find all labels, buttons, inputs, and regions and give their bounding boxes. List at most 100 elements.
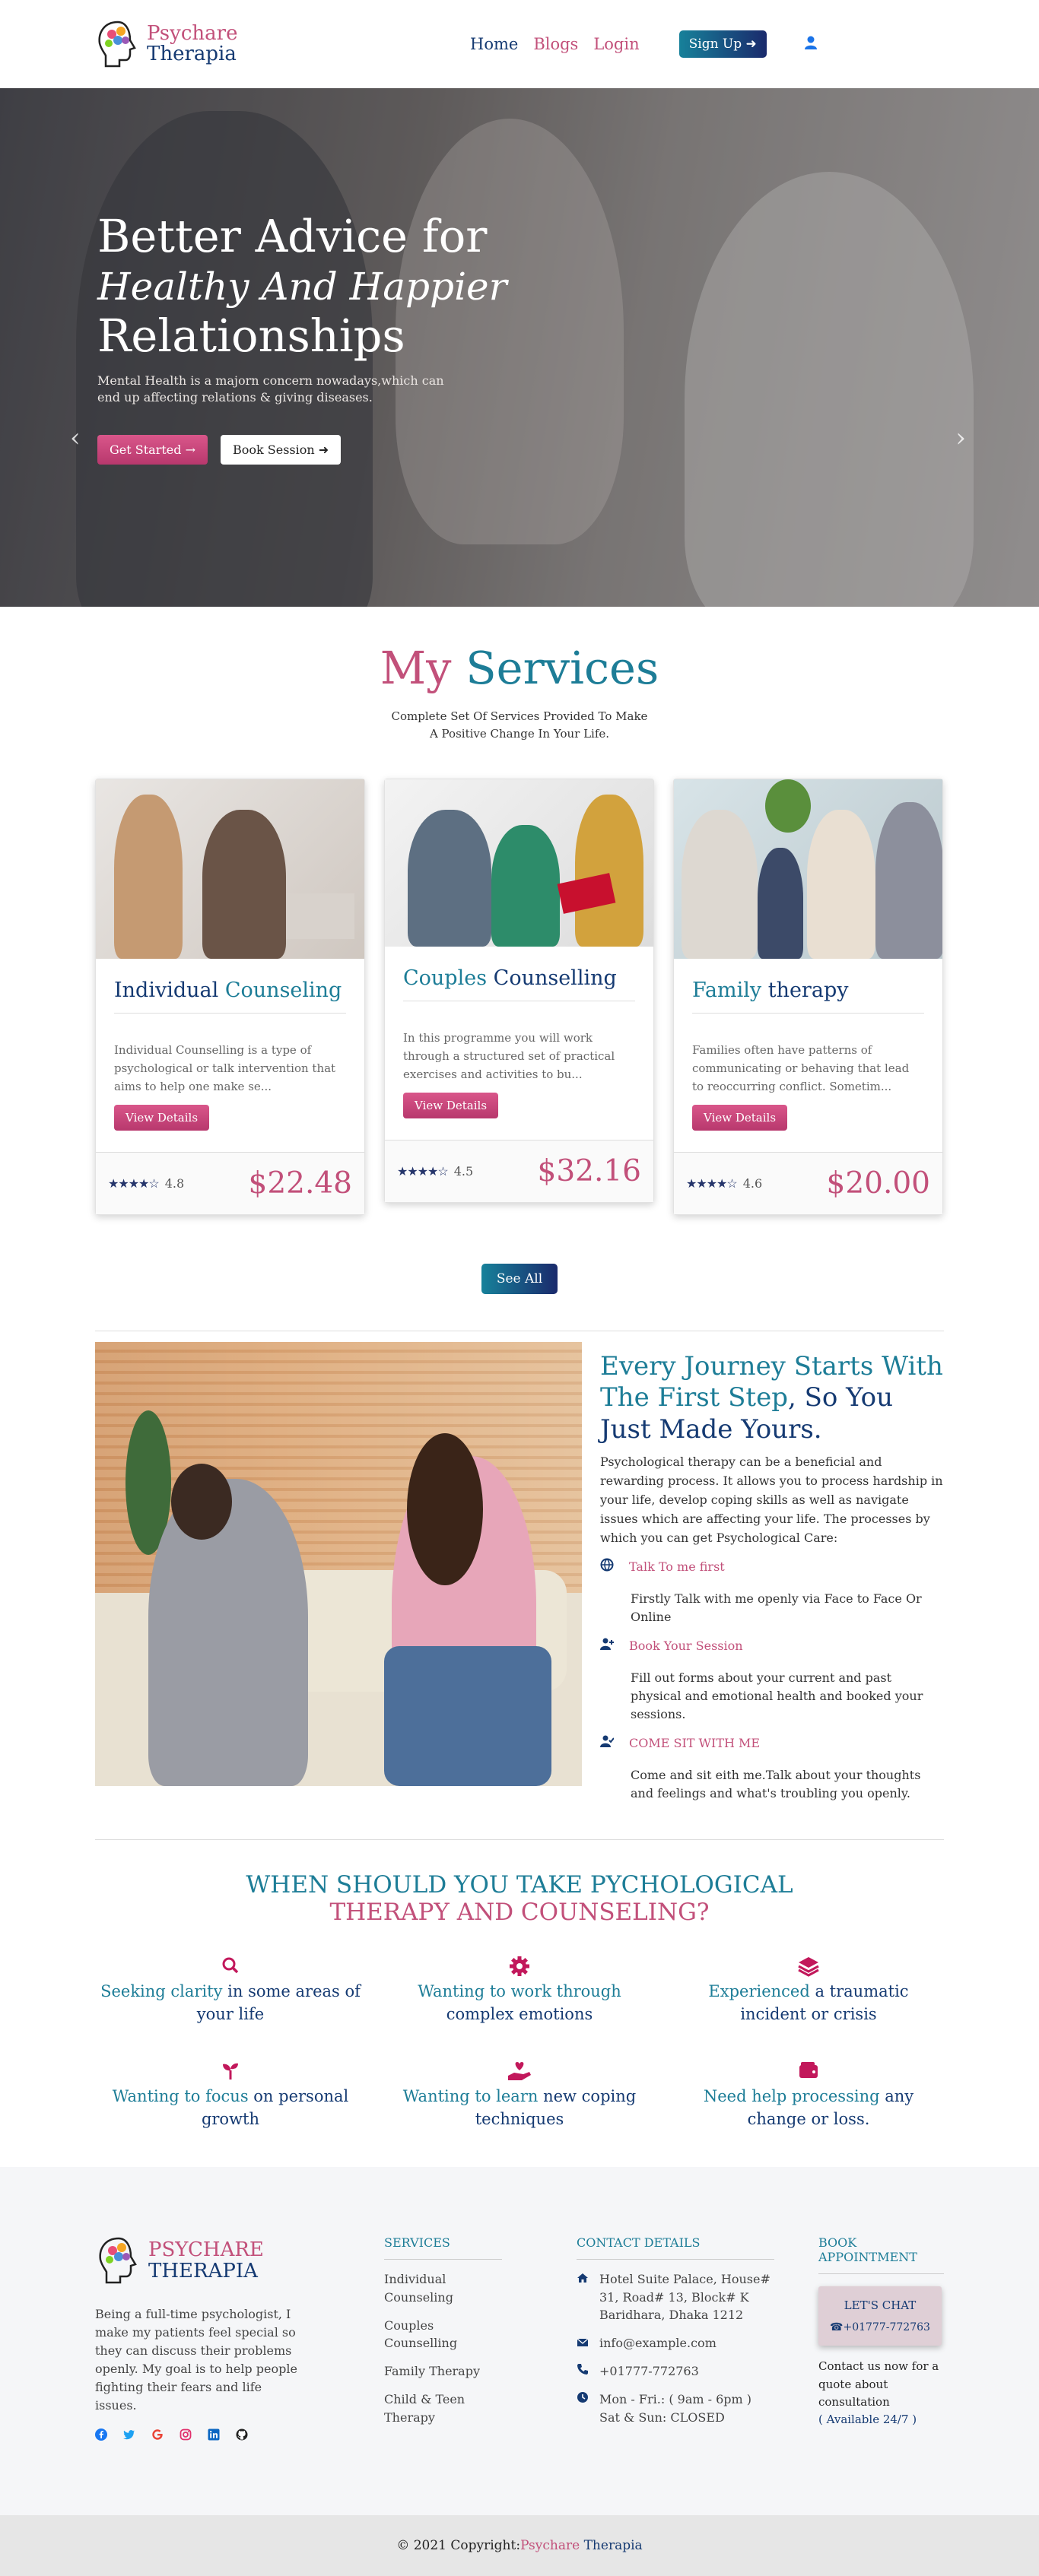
book-session-button[interactable]: Book Session ➜: [220, 435, 342, 465]
price: $32.16: [537, 1154, 641, 1188]
rating-value: 4.8: [164, 1176, 185, 1191]
footer-services: SERVICES Individual Counseling Couples C…: [384, 2235, 502, 2444]
copyright-brand-b[interactable]: Therapia: [584, 2538, 643, 2553]
github-icon[interactable]: [236, 2428, 248, 2444]
card-title-b: therapy: [767, 979, 849, 1002]
phone-icon: [577, 2362, 589, 2380]
price: $22.48: [248, 1166, 352, 1201]
footer-about: PSYCHARE THERAPIA Being a full-time psych…: [95, 2235, 346, 2444]
card-title-b: Counseling: [224, 979, 342, 1002]
gear-icon: [384, 1956, 655, 1977]
view-details-button[interactable]: View Details: [114, 1105, 210, 1131]
therapy-session-image: [95, 1342, 582, 1786]
footer-link[interactable]: Child & Teen Therapy: [384, 2390, 502, 2425]
when-item: Need help processing any change or loss.: [673, 2060, 944, 2131]
instagram-icon[interactable]: [180, 2428, 192, 2444]
footer-link[interactable]: Individual Counseling: [384, 2270, 502, 2305]
brand-logo[interactable]: Psychare Therapia: [95, 19, 445, 69]
card-description: Individual Counselling is a type of psyc…: [114, 1043, 336, 1093]
nav-login[interactable]: Login: [593, 35, 639, 53]
book-appointment-title: BOOK APPOINTMENT: [818, 2235, 944, 2275]
step-title: Talk To me first: [629, 1559, 725, 1574]
main-menu: Home Blogs Login: [470, 35, 640, 53]
layers-icon: [673, 1956, 944, 1977]
user-check-icon: [600, 1734, 615, 1751]
journey-title-a: Every Journey Starts With: [600, 1351, 943, 1382]
step-text: Fill out forms about your current and pa…: [631, 1670, 923, 1722]
footer-link[interactable]: Family Therapy: [384, 2362, 502, 2380]
hero-line1: Better Advice for: [97, 210, 488, 262]
card-image-family: [674, 779, 942, 959]
facebook-icon[interactable]: [95, 2428, 107, 2444]
brain-head-logo-icon: [98, 21, 136, 68]
see-all-button[interactable]: See All: [481, 1264, 558, 1294]
address: Hotel Suite Palace, House# 31, Road# 13,…: [599, 2272, 771, 2322]
footer-contact: CONTACT DETAILS Hotel Suite Palace, Hous…: [577, 2235, 774, 2444]
when-item: Experienced a traumatic incident or cris…: [673, 1956, 944, 2026]
step-title: Book Your Session: [629, 1638, 743, 1653]
step-talk: Talk To me first Firstly Talk with me op…: [600, 1558, 944, 1626]
service-card-family: Family therapy Families often have patte…: [673, 779, 943, 1215]
hand-heart-icon: [384, 2060, 655, 2082]
brand-line1: Psychare: [147, 21, 238, 45]
rating-stars: ★★★★☆: [108, 1176, 160, 1191]
footer: PSYCHARE THERAPIA Being a full-time psych…: [0, 2167, 1039, 2516]
copyright-brand-a[interactable]: Psychare: [520, 2538, 580, 2553]
email[interactable]: info@example.com: [599, 2334, 716, 2352]
seedling-icon: [95, 2060, 366, 2082]
footer-link[interactable]: Couples Counselling: [384, 2317, 502, 2352]
sign-in-icon: ➜: [745, 36, 757, 52]
step-text: Firstly Talk with me openly via Face to …: [631, 1591, 922, 1625]
get-started-button[interactable]: Get Started →: [97, 435, 208, 465]
step-book: Book Your Session Fill out forms about y…: [600, 1637, 944, 1724]
google-icon[interactable]: [151, 2428, 164, 2444]
journey-section: Every Journey Starts With The First Step…: [95, 1342, 944, 1803]
footer-booking: BOOK APPOINTMENT LET'S CHAT ☎+01777-7727…: [818, 2235, 944, 2444]
carousel-next-icon[interactable]: ›: [955, 423, 966, 453]
carousel-prev-icon[interactable]: ‹: [70, 423, 81, 453]
nav-home[interactable]: Home: [470, 35, 518, 53]
card-description: In this programme you will work through …: [403, 1031, 615, 1081]
view-details-button[interactable]: View Details: [692, 1105, 788, 1131]
when-item: Wanting to work through complex emotions: [384, 1956, 655, 2026]
globe-icon: [600, 1558, 614, 1575]
hero-line3: Relationships: [97, 309, 405, 362]
nav-blogs[interactable]: Blogs: [533, 35, 578, 53]
card-title-a: Individual: [114, 979, 219, 1002]
footer-about-text: Being a full-time psychologist, I make m…: [95, 2307, 297, 2413]
signup-label: Sign Up: [688, 36, 742, 52]
when-item: Wanting to focus on personal growth: [95, 2060, 366, 2131]
footer-logo[interactable]: PSYCHARE THERAPIA: [95, 2235, 346, 2286]
arrow-right-icon: →: [185, 443, 195, 458]
service-card-couples: Couples Counselling In this programme yo…: [384, 779, 654, 1203]
navbar: Psychare Therapia Home Blogs Login Sign …: [95, 0, 944, 88]
user-icon[interactable]: [803, 35, 818, 53]
when-grid: Seeking clarity in some areas of your li…: [95, 1956, 944, 2131]
hours: Mon - Fri.: ( 9am - 6pm ) Sat & Sun: CLO…: [599, 2392, 752, 2425]
hero-line2: Healthy And Happier: [97, 264, 507, 309]
sign-in-icon: ➜: [318, 443, 329, 458]
hero-text: Better Advice for Healthy And Happier Re…: [97, 210, 523, 465]
when-item: Seeking clarity in some areas of your li…: [95, 1956, 366, 2026]
view-details-button[interactable]: View Details: [403, 1093, 499, 1118]
linkedin-icon[interactable]: [208, 2428, 220, 2444]
card-title-a: Couples: [403, 966, 488, 990]
price: $20.00: [826, 1166, 930, 1201]
phone[interactable]: +01777-772763: [599, 2362, 699, 2380]
rating-value: 4.5: [453, 1164, 474, 1179]
footer-services-title: SERVICES: [384, 2235, 502, 2260]
phone-square-icon: ☎: [830, 2321, 844, 2334]
get-started-label: Get Started: [110, 443, 182, 458]
when-title: WHEN SHOULD YOU TAKE PYCHOLOGICAL THERAP…: [246, 1871, 793, 1927]
home-icon: [577, 2270, 589, 2324]
brain-head-logo-icon: [99, 2238, 137, 2284]
wallet-icon: [673, 2060, 944, 2082]
chat-title: LET'S CHAT: [844, 2298, 917, 2313]
card-image-individual: [96, 779, 364, 959]
hero-carousel: ‹ › Better Advice for Healthy And Happie…: [0, 88, 1039, 607]
twitter-icon[interactable]: [123, 2428, 135, 2444]
signup-button[interactable]: Sign Up ➜: [678, 30, 767, 58]
user-plus-icon: [600, 1637, 614, 1654]
copyright-bar: © 2021 Copyright: Psychare Therapia: [0, 2515, 1039, 2576]
lets-chat-button[interactable]: LET'S CHAT ☎+01777-772763: [818, 2286, 942, 2346]
